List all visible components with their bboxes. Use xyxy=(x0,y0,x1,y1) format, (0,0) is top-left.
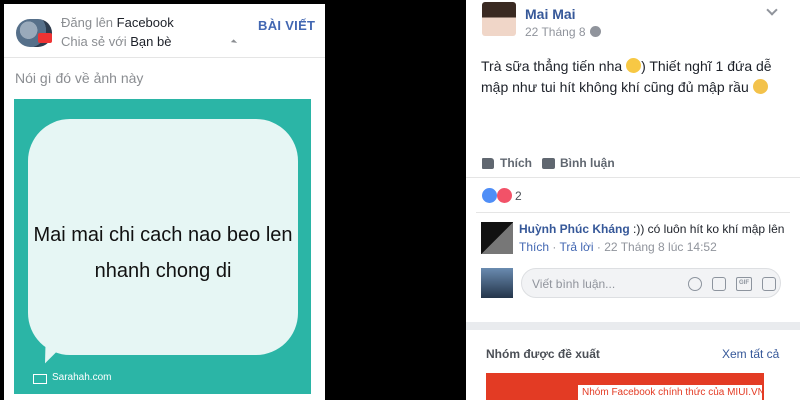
comment-reply-link[interactable]: Trả lời xyxy=(559,240,593,254)
group-label: Nhóm Facebook chính thức của MIUI.VN xyxy=(578,385,762,400)
suggested-groups-title: Nhóm được đề xuất xyxy=(486,347,600,361)
camera-icon[interactable] xyxy=(712,277,726,291)
author-name[interactable]: Mai Mai xyxy=(525,6,576,22)
post-button[interactable]: BÀI VIẾT xyxy=(258,18,315,33)
share-target: Facebook xyxy=(116,15,174,30)
chevron-down-icon[interactable] xyxy=(766,4,778,16)
card-message-line2: nhanh chong di xyxy=(94,260,232,282)
comment-timestamp: · 22 Tháng 8 lúc 14:52 xyxy=(593,240,717,254)
envelope-icon xyxy=(33,374,47,384)
divider xyxy=(476,212,790,213)
section-separator xyxy=(466,322,800,330)
comment-text: :)) có luôn hít ko khí mập lên xyxy=(629,222,785,236)
avatar xyxy=(16,19,52,47)
screenshot-root: Đăng lên Facebook Chia sẻ với Bạn bè BÀI… xyxy=(0,0,800,400)
caption-input[interactable]: Nói gì đó về ảnh này xyxy=(15,70,143,86)
heart-reaction-icon xyxy=(497,188,512,203)
comment-like-link[interactable]: Thích xyxy=(519,240,549,254)
gif-icon[interactable]: GIF xyxy=(736,277,752,291)
suggested-group-card[interactable]: Nhóm Facebook chính thức của MIUI.VN xyxy=(486,373,764,400)
share-prefix: Đăng lên xyxy=(61,15,117,30)
speech-bubble: Mai mai chi cach nao beo len nhanh chong… xyxy=(28,119,298,355)
see-all-link[interactable]: Xem tất cả xyxy=(722,347,779,361)
comment-button[interactable]: Bình luận xyxy=(560,156,615,170)
reaction-count: 2 xyxy=(515,189,522,203)
facebook-post: Mai Mai 22 Tháng 8 · Trà sữa thẳng tiến … xyxy=(466,0,800,400)
share-composer: Đăng lên Facebook Chia sẻ với Bạn bè BÀI… xyxy=(4,4,325,400)
shared-image-card: Mai mai chi cach nao beo len nhanh chong… xyxy=(14,99,311,394)
card-message: Mai mai chi cach nao beo len nhanh chong… xyxy=(28,217,298,289)
commenter-avatar[interactable] xyxy=(481,222,513,254)
smile-emoji-icon xyxy=(626,58,642,73)
sticker-icon[interactable] xyxy=(762,277,776,291)
sad-emoji-icon xyxy=(752,79,768,94)
audience-value: Bạn bè xyxy=(130,34,172,49)
post-text: Trà sữa thẳng tiến nha ) Thiết nghĩ 1 đứ… xyxy=(481,56,781,98)
card-message-line1: Mai mai chi cach nao beo len xyxy=(33,224,293,246)
audience-prefix: Chia sẻ với xyxy=(61,34,131,49)
globe-icon xyxy=(590,26,601,37)
user-avatar xyxy=(481,268,513,298)
composer-header: Đăng lên Facebook Chia sẻ với Bạn bè BÀI… xyxy=(4,4,325,58)
comment-icon[interactable] xyxy=(542,158,555,169)
comment-meta: Thích · Trả lời · 22 Tháng 8 lúc 14:52 xyxy=(519,240,717,254)
commenter-name[interactable]: Huỳnh Phúc Kháng xyxy=(519,222,630,236)
comment-input[interactable]: Viết bình luận... GIF xyxy=(521,268,781,298)
comment-input-placeholder: Viết bình luận... xyxy=(532,277,616,291)
post-text-part1: Trà sữa thẳng tiến nha xyxy=(481,58,627,74)
watermark: Sarahah.com xyxy=(52,372,112,383)
like-reaction-icon xyxy=(482,188,497,203)
author-avatar[interactable] xyxy=(482,2,516,36)
audience-selector[interactable]: Chia sẻ với Bạn bè xyxy=(61,34,171,49)
chevron-down-icon[interactable] xyxy=(230,39,238,46)
comment-body: Huỳnh Phúc Kháng :)) có luôn hít ko khí … xyxy=(519,222,784,236)
action-bar: Thích Bình luận xyxy=(466,148,800,178)
like-button[interactable]: Thích xyxy=(500,156,532,170)
emoji-icon[interactable] xyxy=(688,277,702,291)
flag-icon xyxy=(38,33,52,43)
share-destination[interactable]: Đăng lên Facebook xyxy=(61,15,174,30)
post-date[interactable]: 22 Tháng 8 · xyxy=(525,25,593,39)
thumbs-up-icon[interactable] xyxy=(482,158,494,169)
meta-separator: · xyxy=(549,240,560,254)
